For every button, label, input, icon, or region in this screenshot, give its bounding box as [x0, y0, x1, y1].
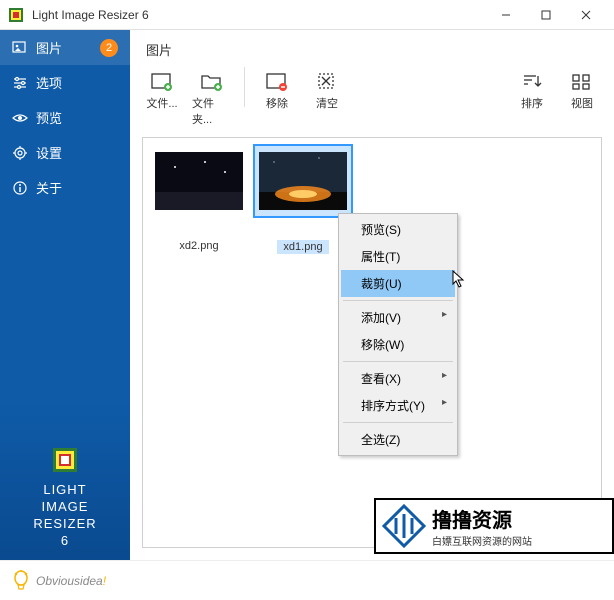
menu-item-add[interactable]: 添加(V) [341, 304, 455, 331]
close-button[interactable] [566, 0, 606, 30]
sort-icon [519, 71, 545, 93]
minimize-button[interactable] [486, 0, 526, 30]
remove-button[interactable]: 移除 [255, 67, 299, 115]
add-files-button[interactable]: 文件... [140, 67, 184, 115]
view-button[interactable]: 视图 [560, 67, 604, 115]
file-add-icon [149, 71, 175, 93]
brand-text: LIGHT [0, 482, 130, 499]
images-icon [12, 40, 28, 56]
brand-text: 6 [0, 533, 130, 550]
thumbnail-item[interactable]: xd2.png [151, 146, 247, 252]
watermark-logo-icon [382, 504, 426, 548]
button-label: 移除 [266, 95, 288, 111]
sidebar-item-options[interactable]: 选项 [0, 65, 130, 100]
gear-icon [12, 145, 28, 161]
sidebar-item-label: 选项 [36, 73, 118, 92]
toolbar-separator [244, 67, 245, 107]
brand-logo-block: LIGHT IMAGE RESIZER 6 [0, 432, 130, 560]
sidebar-item-label: 设置 [36, 143, 118, 162]
menu-item-view[interactable]: 查看(X) [341, 365, 455, 392]
menu-item-select-all[interactable]: 全选(Z) [341, 426, 455, 453]
toolbar: 文件... 文件夹... 移除 清空 排序 视图 [130, 59, 614, 137]
sidebar-item-label: 预览 [36, 108, 118, 127]
menu-item-crop[interactable]: 裁剪(U) [341, 270, 455, 297]
remove-icon [264, 71, 290, 93]
obviousidea-link[interactable]: Obviousidea! [0, 570, 118, 592]
bulb-icon [12, 570, 30, 592]
menu-separator [343, 422, 453, 423]
watermark: 撸撸资源 白嫖互联网资源的网站 [374, 498, 614, 554]
thumbnail-item[interactable]: xd1.png [255, 146, 351, 254]
thumbnail-image [259, 152, 347, 210]
button-label: 排序 [521, 95, 543, 111]
sidebar: 图片 2 选项 预览 设置 关于 LIGHT IMAGE RESIZER 6 [0, 30, 130, 560]
footer-brand-text: Obviousidea! [36, 572, 106, 589]
sidebar-item-label: 关于 [36, 178, 118, 197]
thumbnail-caption: xd2.png [179, 240, 218, 252]
brand-text: IMAGE [0, 499, 130, 516]
sidebar-item-settings[interactable]: 设置 [0, 135, 130, 170]
maximize-button[interactable] [526, 0, 566, 30]
sort-button[interactable]: 排序 [510, 67, 554, 115]
eye-icon [12, 110, 28, 126]
context-menu: 预览(S) 属性(T) 裁剪(U) 添加(V) 移除(W) 查看(X) 排序方式… [338, 213, 458, 456]
button-label: 文件夹... [192, 95, 232, 127]
menu-item-properties[interactable]: 属性(T) [341, 243, 455, 270]
menu-item-sort[interactable]: 排序方式(Y) [341, 392, 455, 419]
count-badge: 2 [100, 39, 118, 57]
sidebar-item-label: 图片 [36, 38, 92, 57]
menu-separator [343, 361, 453, 362]
titlebar: Light Image Resizer 6 [0, 0, 614, 30]
thumbnail-caption: xd1.png [277, 240, 328, 254]
watermark-subtitle: 白嫖互联网资源的网站 [432, 533, 532, 548]
sliders-icon [12, 75, 28, 91]
watermark-title: 撸撸资源 [432, 504, 532, 533]
brand-logo-icon [51, 446, 79, 474]
menu-item-preview[interactable]: 预览(S) [341, 216, 455, 243]
view-icon [569, 71, 595, 93]
window-title: Light Image Resizer 6 [32, 8, 486, 22]
app-icon [8, 7, 24, 23]
button-label: 视图 [571, 95, 593, 111]
cursor-icon [452, 270, 466, 288]
brand-text: RESIZER [0, 516, 130, 533]
sidebar-item-images[interactable]: 图片 2 [0, 30, 130, 65]
page-title: 图片 [130, 30, 614, 59]
sidebar-item-about[interactable]: 关于 [0, 170, 130, 205]
button-label: 文件... [146, 95, 177, 111]
sidebar-item-preview[interactable]: 预览 [0, 100, 130, 135]
menu-separator [343, 300, 453, 301]
clear-icon [314, 71, 340, 93]
thumbnail-image [155, 152, 243, 210]
button-label: 清空 [316, 95, 338, 111]
add-folder-button[interactable]: 文件夹... [190, 67, 234, 131]
info-icon [12, 180, 28, 196]
folder-add-icon [199, 71, 225, 93]
footer: Obviousidea! [0, 560, 614, 600]
clear-button[interactable]: 清空 [305, 67, 349, 115]
menu-item-remove[interactable]: 移除(W) [341, 331, 455, 358]
